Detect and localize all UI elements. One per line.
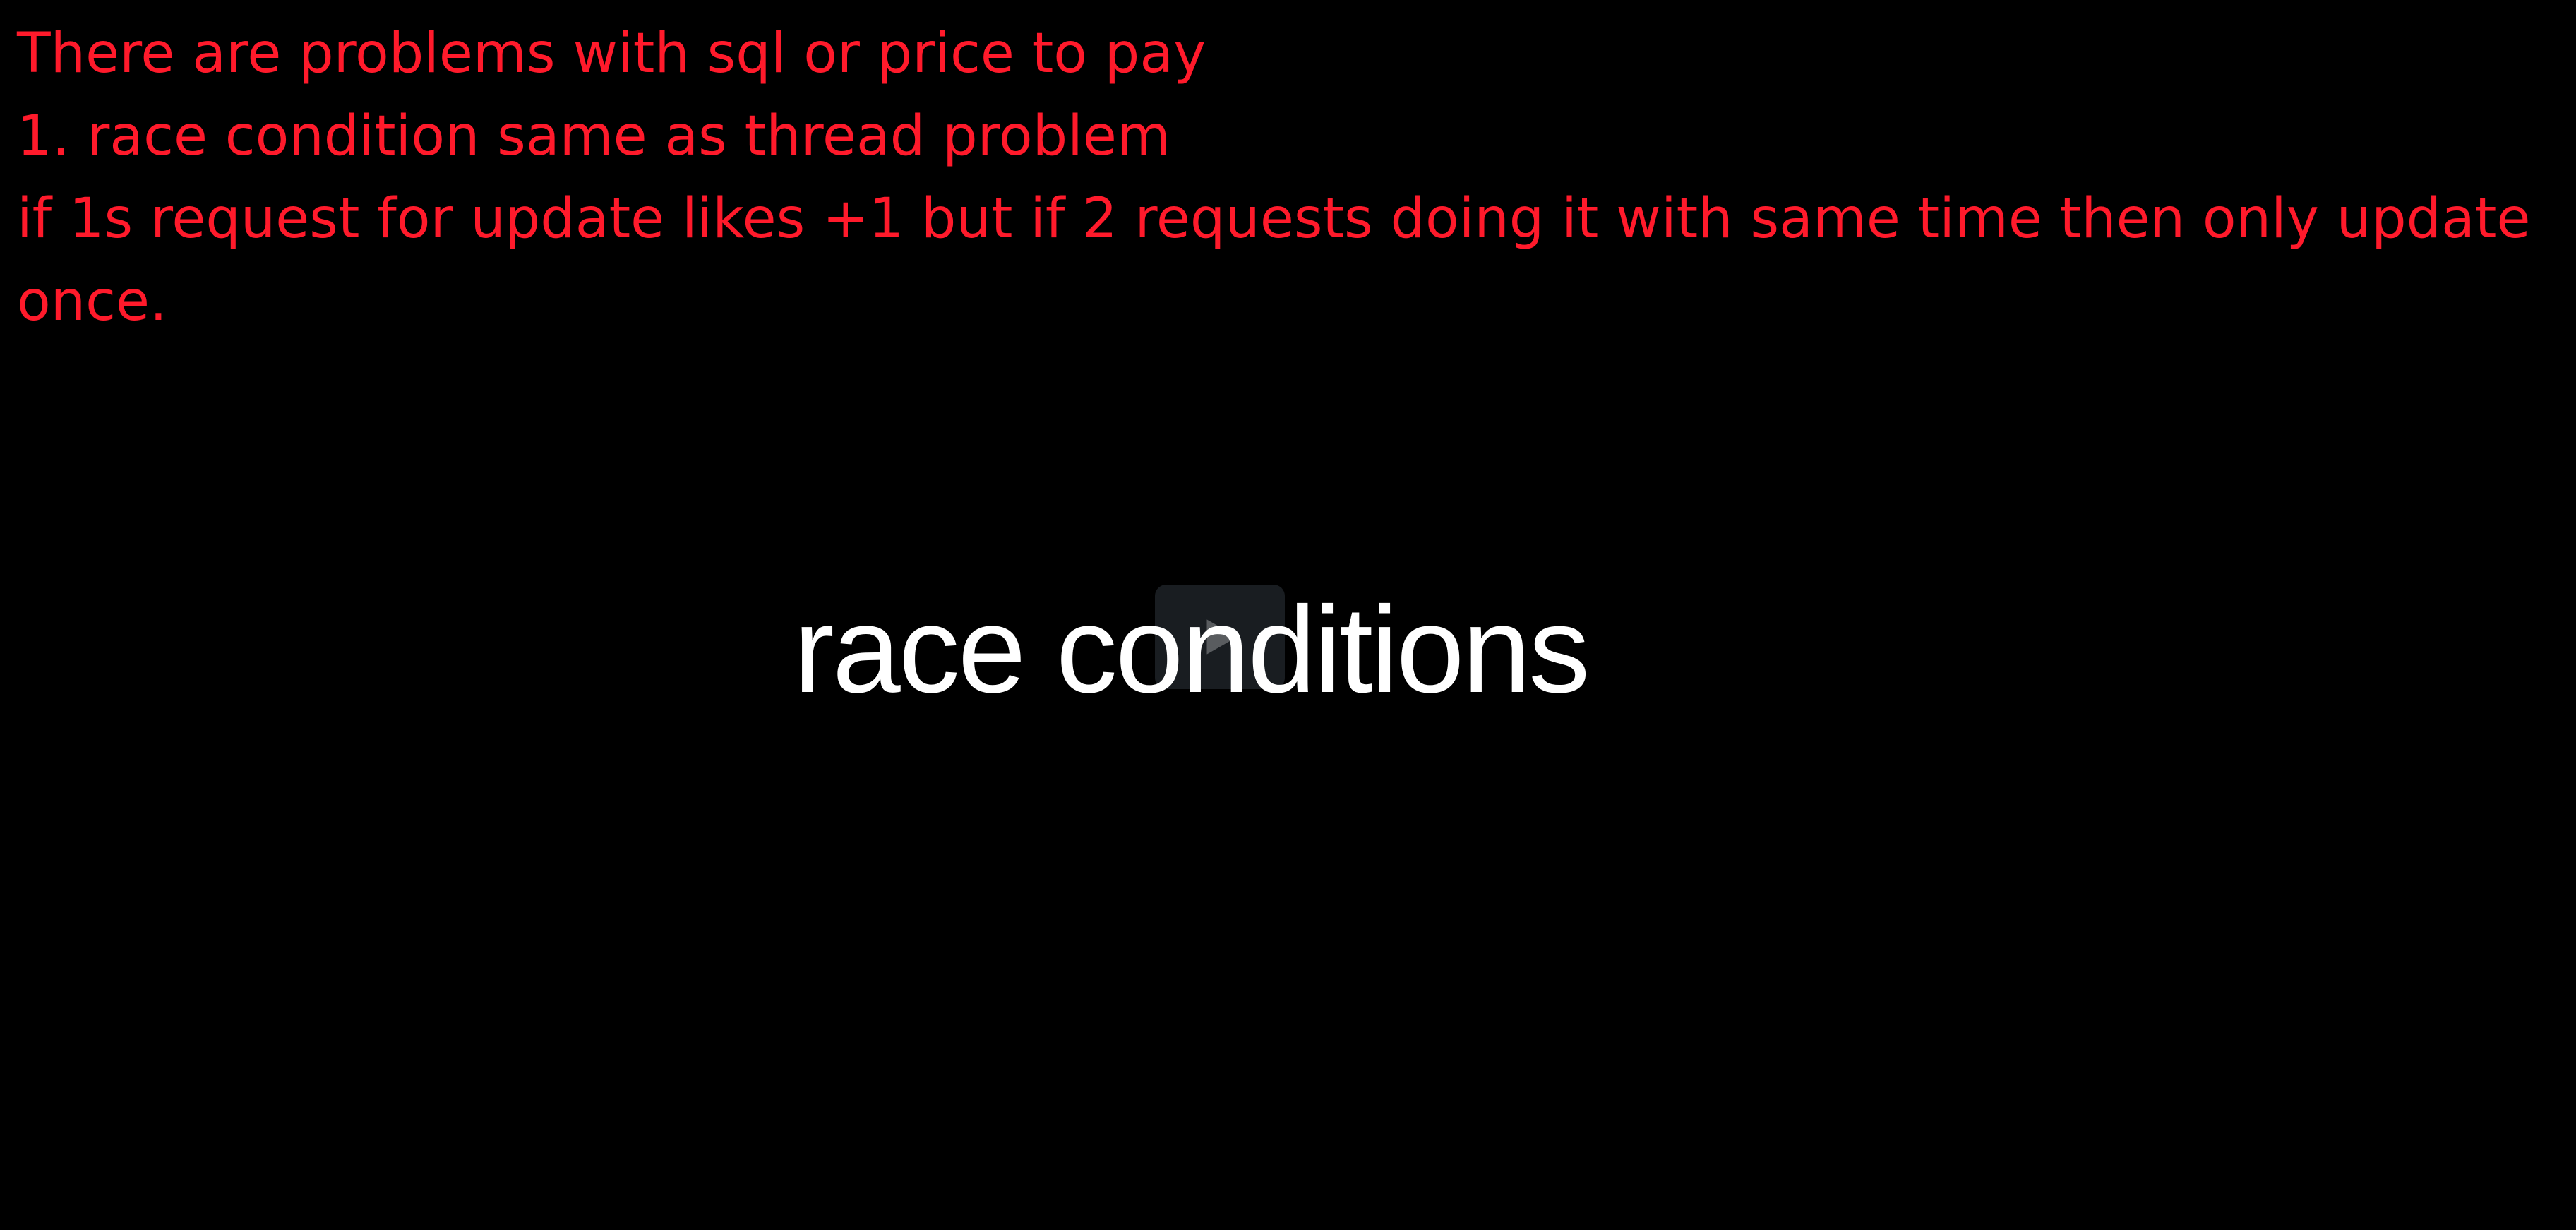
notes-line-example: if 1s request for update likes +1 but if… <box>17 187 2531 333</box>
video-player[interactable]: race conditions <box>0 494 2576 805</box>
notes-line-intro: There are problems with sql or price to … <box>17 22 1206 85</box>
notes-text-block: There are problems with sql or price to … <box>17 13 2551 343</box>
notes-line-race-condition: 1. race condition same as thread problem <box>17 105 1170 168</box>
video-caption: race conditions <box>793 580 1590 718</box>
